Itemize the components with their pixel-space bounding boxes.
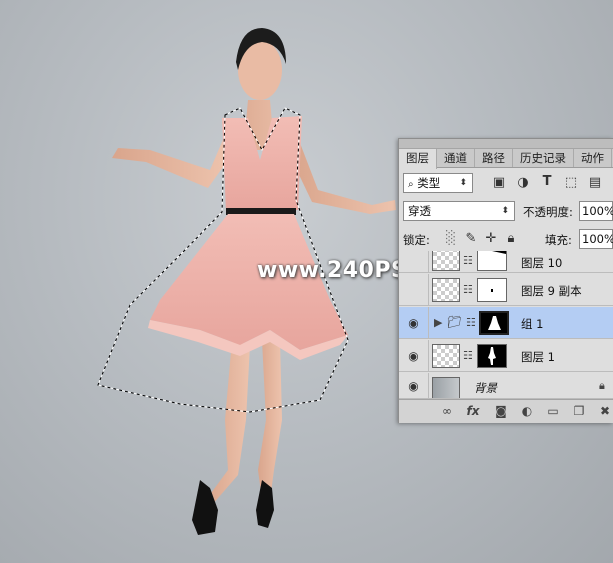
layer-mask-thumbnail[interactable]	[477, 251, 507, 271]
panel-titlebar[interactable]	[399, 139, 613, 149]
lock-row: 锁定: ░ ✎ ✛ 🔒︎ 填充: 100%	[399, 227, 613, 251]
filter-row: ⌕ 类型 ⬍ ▣ ◑ T ⬚ ▤	[399, 171, 613, 195]
eye-icon[interactable]: ◉	[399, 373, 429, 398]
layer-thumbnail	[432, 377, 460, 398]
layer-mask-thumbnail[interactable]	[477, 344, 507, 368]
filter-kind-dropdown[interactable]: ⌕ 类型 ⬍	[403, 173, 473, 193]
new-layer-icon[interactable]: ❐	[571, 404, 587, 418]
eye-icon[interactable]: ◉	[399, 340, 429, 372]
adjustment-filter-icon[interactable]: ◑	[515, 175, 531, 190]
filter-kind-label: 类型	[417, 176, 441, 190]
layers-panel[interactable]: 图层 通道 路径 历史记录 动作 ⌕ 类型 ⬍ ▣ ◑ T ⬚ ▤ 穿透 ⬍ 不…	[398, 138, 613, 423]
expand-arrow-icon[interactable]: ▶	[434, 316, 442, 329]
layer-mask-thumbnail[interactable]	[477, 278, 507, 302]
lock-transparent-icon[interactable]: ░	[443, 231, 459, 246]
layer-row[interactable]: ☷ 图层 9 副本	[399, 274, 613, 306]
fx-icon[interactable]: fx	[465, 404, 481, 418]
trash-icon[interactable]: ✖	[597, 404, 613, 418]
group-mask-thumbnail[interactable]	[479, 311, 509, 335]
link-icon: ☷	[463, 254, 473, 267]
visibility-toggle[interactable]	[399, 274, 429, 306]
tab-channels[interactable]: 通道	[437, 149, 475, 167]
lock-icon: 🔒︎	[599, 379, 605, 392]
fill-label: 填充:	[545, 233, 572, 247]
visibility-toggle[interactable]	[399, 251, 429, 272]
opacity-input[interactable]: 100%	[579, 201, 613, 221]
layer-name: 图层 10	[521, 256, 563, 270]
add-mask-icon[interactable]: ◙	[493, 404, 509, 418]
layer-thumbnail	[432, 251, 460, 271]
tab-history[interactable]: 历史记录	[513, 149, 574, 167]
lock-position-icon[interactable]: ✛	[483, 231, 499, 246]
layer-name: 组 1	[521, 317, 544, 331]
tab-layers[interactable]: 图层	[399, 149, 437, 169]
layer-row[interactable]: ◉ ☷ 图层 1	[399, 340, 613, 372]
eye-icon[interactable]: ◉	[399, 307, 429, 339]
tab-actions[interactable]: 动作	[574, 149, 612, 167]
dropdown-arrow-icon: ⬍	[501, 206, 509, 216]
dropdown-arrow-icon: ⬍	[459, 178, 467, 188]
blend-row: 穿透 ⬍ 不透明度: 100%	[399, 199, 613, 223]
new-group-icon[interactable]: ▭	[545, 404, 561, 418]
layer-name: 背景	[474, 381, 497, 395]
tab-paths[interactable]: 路径	[475, 149, 513, 167]
folder-icon: 📁︎	[447, 315, 463, 329]
link-icon: ☷	[463, 283, 473, 296]
link-icon: ☷	[466, 316, 476, 329]
layer-name: 图层 1	[521, 350, 555, 364]
link-layers-icon[interactable]: ∞	[439, 404, 455, 418]
new-adjustment-icon[interactable]: ◐	[519, 404, 535, 418]
layer-row[interactable]: ◉ 背景 🔒︎	[399, 373, 613, 399]
shape-filter-icon[interactable]: ⬚	[563, 175, 579, 190]
image-filter-icon[interactable]: ▣	[491, 175, 507, 190]
smart-object-filter-icon[interactable]: ▤	[587, 175, 603, 190]
opacity-label: 不透明度:	[523, 205, 573, 219]
blend-mode-label: 穿透	[408, 204, 431, 218]
layer-row-selected[interactable]: ◉ ▶ 📁︎ ☷ 组 1	[399, 307, 613, 339]
search-icon: ⌕	[408, 179, 414, 190]
type-filter-icon[interactable]: T	[539, 174, 555, 189]
lock-label: 锁定:	[403, 233, 430, 247]
fill-input[interactable]: 100%	[579, 229, 613, 249]
blend-mode-dropdown[interactable]: 穿透 ⬍	[403, 201, 515, 221]
lock-all-icon[interactable]: 🔒︎	[503, 231, 519, 246]
panel-bottom-bar: ∞ fx ◙ ◐ ▭ ❐ ✖	[399, 399, 613, 423]
lock-image-icon[interactable]: ✎	[463, 231, 479, 246]
layer-row[interactable]: ☷ 图层 10	[399, 251, 613, 273]
layer-thumbnail	[432, 344, 460, 368]
layer-name: 图层 9 副本	[521, 284, 582, 298]
link-icon: ☷	[463, 349, 473, 362]
panel-tabs: 图层 通道 路径 历史记录 动作	[399, 149, 613, 169]
layer-thumbnail	[432, 278, 460, 302]
